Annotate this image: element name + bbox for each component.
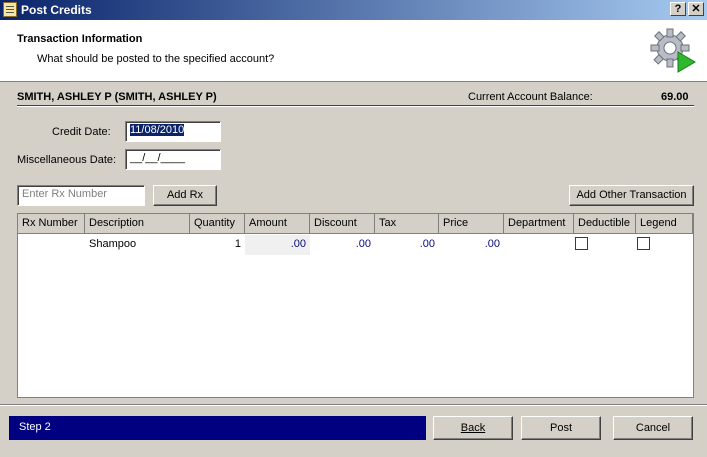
credit-date-input[interactable]: 11/08/2010 [125, 121, 221, 142]
post-credits-window: Post Credits ? ✕ Transaction Information… [0, 0, 707, 457]
back-button-label: Back [460, 422, 486, 434]
cell-price[interactable]: .00 [439, 235, 504, 255]
col-price[interactable]: Price [439, 214, 504, 234]
footer-divider [0, 404, 707, 406]
deductible-checkbox[interactable] [575, 237, 588, 250]
cell-rx-number[interactable] [18, 235, 85, 255]
credit-date-value: 11/08/2010 [130, 124, 185, 136]
balance-value: 69.00 [661, 91, 689, 103]
patient-name: SMITH, ASHLEY P (SMITH, ASHLEY P) [17, 91, 217, 103]
post-button[interactable]: Post [521, 416, 601, 440]
col-amount[interactable]: Amount [245, 214, 310, 234]
back-button[interactable]: Back [433, 416, 513, 440]
close-button[interactable]: ✕ [688, 2, 704, 16]
cell-quantity[interactable]: 1 [190, 235, 245, 255]
legend-checkbox[interactable] [637, 237, 650, 250]
col-description[interactable]: Description [85, 214, 190, 234]
cell-description[interactable]: Shampoo [85, 235, 190, 255]
window-title: Post Credits [21, 3, 92, 17]
divider [17, 105, 694, 107]
cell-discount[interactable]: .00 [310, 235, 375, 255]
col-department[interactable]: Department [504, 214, 574, 234]
add-rx-button[interactable]: Add Rx [153, 185, 217, 206]
col-legend[interactable]: Legend [636, 214, 693, 234]
cell-amount[interactable]: .00 [245, 235, 310, 255]
notepad-icon [3, 2, 17, 17]
header-subtitle: What should be posted to the specified a… [37, 53, 275, 65]
add-other-transaction-button[interactable]: Add Other Transaction [569, 185, 694, 206]
misc-date-input[interactable]: __/__/____ [125, 149, 221, 170]
header-title: Transaction Information [17, 33, 143, 45]
col-tax[interactable]: Tax [375, 214, 439, 234]
step-indicator: Step 2 [9, 416, 426, 440]
cell-department[interactable] [504, 235, 574, 255]
col-discount[interactable]: Discount [310, 214, 375, 234]
cancel-button[interactable]: Cancel [613, 416, 693, 440]
misc-date-label: Miscellaneous Date: [17, 154, 117, 166]
wizard-header: Transaction Information What should be p… [0, 20, 707, 82]
credit-date-label: Credit Date: [52, 126, 111, 138]
col-quantity[interactable]: Quantity [190, 214, 245, 234]
col-deductible[interactable]: Deductible [574, 214, 636, 234]
help-button[interactable]: ? [670, 2, 686, 16]
col-rx-number[interactable]: Rx Number [18, 214, 85, 234]
title-bar: Post Credits ? ✕ [0, 0, 707, 20]
cell-tax[interactable]: .00 [375, 235, 439, 255]
gear-play-icon [650, 28, 696, 73]
rx-number-input[interactable]: Enter Rx Number [17, 185, 145, 206]
balance-label: Current Account Balance: [468, 91, 593, 103]
transactions-grid[interactable]: Rx Number Description Quantity Amount Di… [17, 213, 694, 398]
